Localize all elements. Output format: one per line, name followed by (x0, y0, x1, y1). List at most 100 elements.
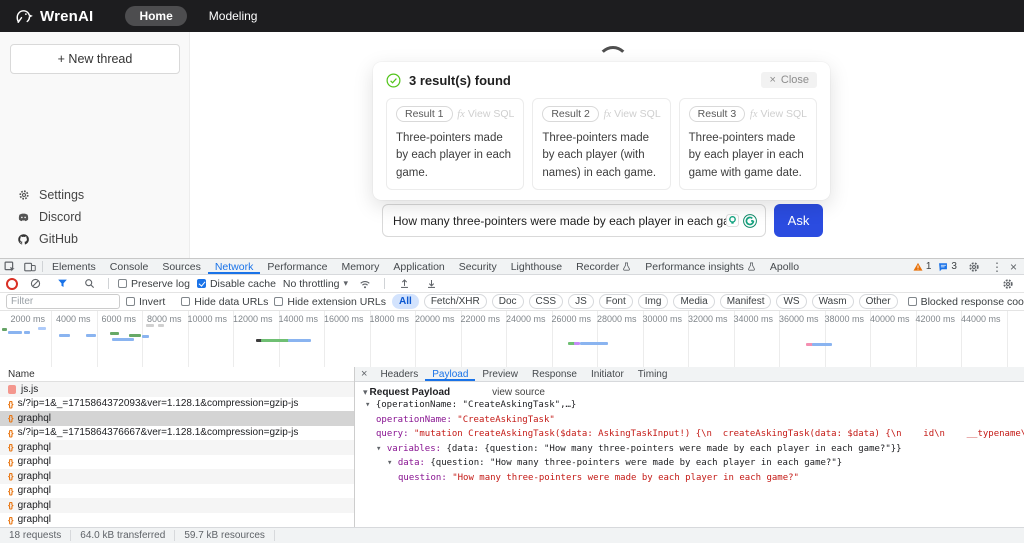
extension-icons (726, 214, 757, 228)
type-filter-other[interactable]: Other (859, 294, 898, 309)
detail-tab-preview[interactable]: Preview (475, 367, 525, 381)
view-sql-button[interactable]: fxView SQL (750, 108, 807, 120)
devtools-tab-lighthouse[interactable]: Lighthouse (504, 259, 569, 274)
requests-name-header[interactable]: Name (0, 367, 354, 382)
filter-icon[interactable] (52, 276, 72, 291)
request-row[interactable]: {}graphql (0, 440, 354, 455)
request-row[interactable]: {}s/?ip=1&_=1715864376667&ver=1.128.1&co… (0, 426, 354, 441)
sidebar: + New thread SettingsDiscordGitHub (0, 32, 190, 258)
invert-checkbox[interactable]: Invert (126, 296, 165, 308)
payload-line[interactable]: operationName: "CreateAskingTask" (355, 413, 1024, 428)
network-overview-timeline[interactable]: 2000 ms4000 ms6000 ms8000 ms10000 ms1200… (0, 311, 1024, 368)
new-thread-button[interactable]: + New thread (10, 44, 180, 74)
type-filter-media[interactable]: Media (673, 294, 714, 309)
view-sql-button[interactable]: fxView SQL (457, 108, 514, 120)
hide-data-urls-checkbox[interactable]: Hide data URLs (181, 296, 268, 308)
clear-icon[interactable] (25, 276, 45, 291)
devtools-tab-sources[interactable]: Sources (155, 259, 208, 274)
network-status-bar: 18 requests64.0 kB transferred59.7 kB re… (0, 527, 1024, 543)
type-filter-doc[interactable]: Doc (492, 294, 524, 309)
close-devtools-icon[interactable]: × (1010, 261, 1017, 273)
type-filter-all[interactable]: All (392, 294, 419, 309)
detail-tab-initiator[interactable]: Initiator (584, 367, 631, 381)
devtools-tab-security[interactable]: Security (452, 259, 504, 274)
devtools-tab-performance[interactable]: Performance (260, 259, 334, 274)
view-sql-button[interactable]: fxView SQL (604, 108, 661, 120)
collapse-arrow-icon[interactable]: ▾ (363, 387, 368, 398)
hide-extension-urls-checkbox[interactable]: Hide extension URLs (274, 296, 386, 308)
record-button[interactable] (6, 278, 18, 290)
detail-tab-response[interactable]: Response (525, 367, 584, 381)
issues-badge[interactable]: 3 (938, 261, 957, 272)
type-filter-fetch-xhr[interactable]: Fetch/XHR (424, 294, 487, 309)
fx-icon: fx (750, 109, 758, 120)
throttling-dropdown[interactable]: No throttling ▾ (283, 278, 348, 290)
fetch-xhr-icon: {} (8, 428, 13, 438)
sidebar-item-settings[interactable]: Settings (0, 184, 189, 206)
detail-tab-payload[interactable]: Payload (425, 367, 475, 381)
type-filter-manifest[interactable]: Manifest (720, 294, 772, 309)
payload-line[interactable]: query: "mutation CreateAskingTask($data:… (355, 427, 1024, 442)
devtools-settings-icon[interactable] (964, 259, 984, 274)
devtools-tab-console[interactable]: Console (103, 259, 156, 274)
detail-tab-headers[interactable]: Headers (373, 367, 425, 381)
inspect-element-icon[interactable] (0, 259, 20, 274)
export-har-icon[interactable] (421, 276, 441, 291)
request-row[interactable]: {}graphql (0, 469, 354, 484)
request-row[interactable]: {}graphql (0, 411, 354, 426)
devtools-tab-network[interactable]: Network (208, 259, 261, 274)
close-detail-icon[interactable]: × (355, 368, 373, 380)
waterfall-bar (2, 328, 7, 331)
overflow-menu-icon[interactable]: ⋮ (991, 261, 1003, 273)
payload-line[interactable]: question: "How many three-pointers were … (355, 471, 1024, 486)
network-settings-icon[interactable] (998, 276, 1018, 291)
grammarly-icon[interactable] (743, 214, 757, 228)
request-row[interactable]: js.js (0, 382, 354, 397)
preserve-log-checkbox[interactable]: Preserve log (118, 278, 190, 290)
network-conditions-icon[interactable] (355, 276, 375, 291)
request-row[interactable]: {}graphql (0, 513, 354, 528)
hide-extension-urls-label: Hide extension URLs (287, 296, 386, 308)
search-icon[interactable] (79, 276, 99, 291)
type-filter-css[interactable]: CSS (529, 294, 564, 309)
request-row[interactable]: {}graphql (0, 455, 354, 470)
request-row[interactable]: {}s/?ip=1&_=1715864372093&ver=1.128.1&co… (0, 397, 354, 412)
request-row[interactable]: {}graphql (0, 484, 354, 499)
question-input[interactable]: How many three-pointers were made by eac… (382, 204, 766, 237)
device-toolbar-icon[interactable] (20, 259, 40, 274)
payload-line[interactable]: ▾ variables: {data: {question: "How many… (355, 442, 1024, 457)
payload-line[interactable]: ▾ {operationName: "CreateAskingTask",…} (355, 398, 1024, 413)
view-source-link[interactable]: view source (492, 387, 545, 398)
devtools-tab-performance-insights[interactable]: Performance insights (638, 259, 763, 274)
payload-line[interactable]: ▾ data: {question: "How many three-point… (355, 456, 1024, 471)
nav-home[interactable]: Home (125, 6, 186, 26)
close-results-button[interactable]: × Close (761, 72, 817, 88)
import-har-icon[interactable] (394, 276, 414, 291)
nav-modeling[interactable]: Modeling (209, 9, 258, 23)
type-filter-js[interactable]: JS (568, 294, 594, 309)
devtools-tab-application[interactable]: Application (386, 259, 451, 274)
result-card-3[interactable]: Result 3fxView SQLThree-pointers made by… (679, 98, 817, 190)
type-filter-ws[interactable]: WS (776, 294, 806, 309)
request-row[interactable]: {}graphql (0, 498, 354, 513)
detail-tab-timing[interactable]: Timing (631, 367, 675, 381)
devtools-tab-elements[interactable]: Elements (45, 259, 103, 274)
view-sql-label: View SQL (760, 108, 807, 120)
lightbulb-extension-icon[interactable] (726, 214, 739, 227)
warnings-badge[interactable]: 1 (913, 261, 932, 272)
type-filter-wasm[interactable]: Wasm (812, 294, 854, 309)
blocked-response-cookies-checkbox[interactable]: Blocked response cookies (908, 296, 1024, 308)
filter-input[interactable] (6, 294, 120, 309)
type-filter-font[interactable]: Font (599, 294, 633, 309)
devtools-tab-memory[interactable]: Memory (334, 259, 386, 274)
result-card-2[interactable]: Result 2fxView SQLThree-pointers made by… (532, 98, 670, 190)
sidebar-item-github[interactable]: GitHub (0, 228, 189, 250)
result-card-1[interactable]: Result 1fxView SQLThree-pointers made by… (386, 98, 524, 190)
ask-button[interactable]: Ask (774, 204, 823, 237)
devtools-tab-recorder[interactable]: Recorder (569, 259, 638, 274)
type-filter-img[interactable]: Img (638, 294, 669, 309)
result-card-header: Result 2fxView SQL (542, 106, 660, 122)
disable-cache-checkbox[interactable]: Disable cache (197, 278, 276, 290)
devtools-tab-apollo[interactable]: Apollo (763, 259, 806, 274)
sidebar-item-discord[interactable]: Discord (0, 206, 189, 228)
